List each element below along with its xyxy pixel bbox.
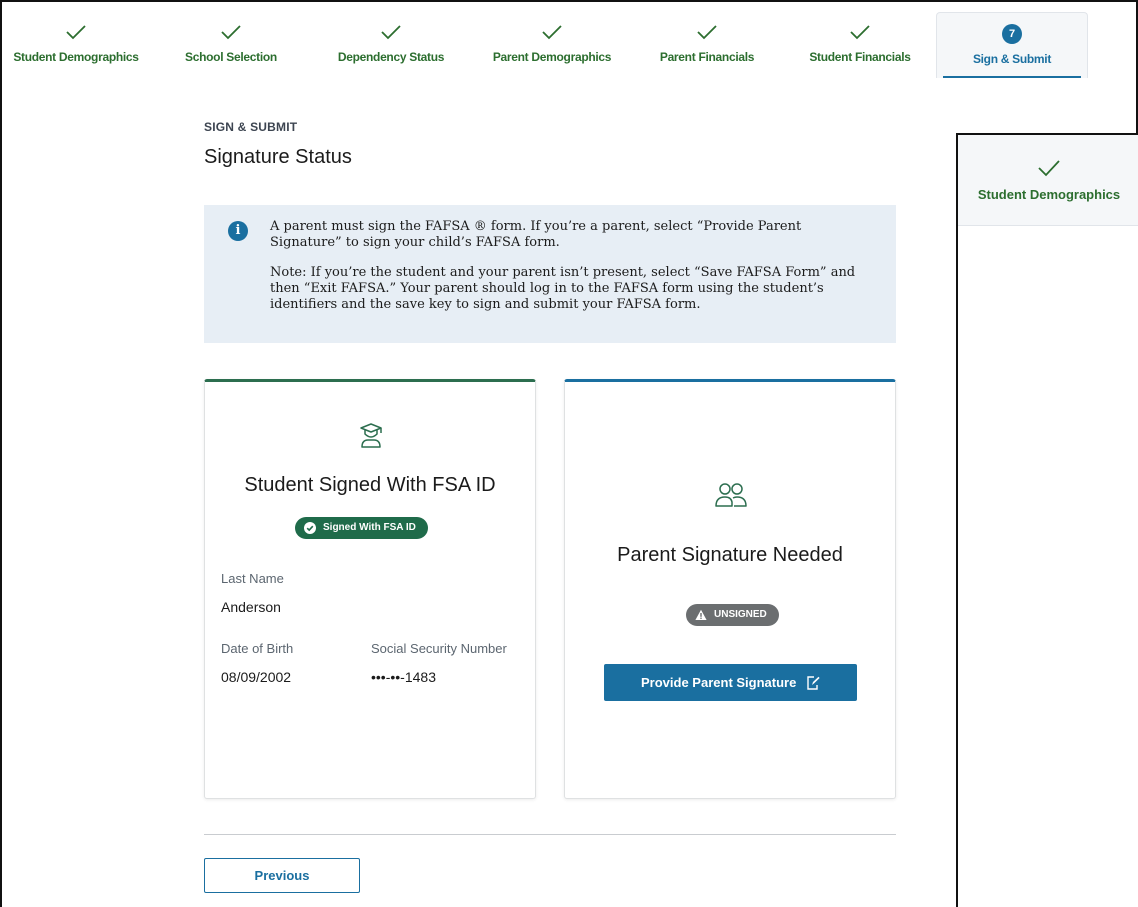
ssn-label: Social Security Number: [371, 641, 507, 656]
alert-text: A parent must sign the FAFSA ® form. If …: [270, 219, 802, 250]
warning-icon: [695, 609, 707, 620]
step-label: Student Demographics: [13, 50, 139, 64]
page-title: Signature Status: [204, 146, 352, 168]
parents-icon: [715, 483, 747, 507]
checkmark-icon: [1038, 160, 1060, 177]
checkmark-icon: [697, 25, 717, 40]
dob-value: 08/09/2002: [221, 669, 292, 685]
active-step-indicator: [943, 76, 1081, 78]
progress-steps: Student Demographics School Selection De…: [2, 2, 1102, 82]
student-card-title: Student Signed With FSA ID: [244, 474, 496, 496]
step-label: School Selection: [185, 50, 277, 64]
step-student-demographics[interactable]: Student Demographics: [2, 2, 150, 78]
graduate-icon: [360, 423, 382, 448]
step-label: Student Financials: [809, 50, 911, 64]
ssn-value: •••-••-1483: [371, 669, 436, 685]
check-circle-icon: [304, 522, 316, 534]
step-label: Student Demographics: [977, 187, 1121, 202]
step-label: Sign & Submit: [972, 52, 1052, 66]
step-dependency-status[interactable]: Dependency Status: [326, 2, 456, 78]
divider: [204, 834, 896, 835]
checkmark-icon: [381, 25, 401, 40]
checkmark-icon: [221, 25, 241, 40]
checkmark-icon: [66, 25, 86, 40]
step-parent-financials[interactable]: Parent Financials: [652, 2, 762, 78]
alert-note: Note: If you’re the student and your par…: [270, 265, 856, 312]
info-icon: i: [228, 221, 248, 241]
last-name-value: Anderson: [221, 599, 281, 615]
side-panel: Student Demographics: [956, 133, 1138, 907]
last-name-label: Last Name: [221, 571, 284, 586]
step-label: Parent Financials: [659, 50, 755, 64]
badge-label: UNSIGNED: [714, 609, 767, 620]
step-parent-demographics[interactable]: Parent Demographics: [488, 2, 616, 78]
step-student-financials[interactable]: Student Financials: [800, 2, 920, 78]
checkmark-icon: [542, 25, 562, 40]
unsigned-status-badge: UNSIGNED: [686, 604, 779, 626]
info-alert: i A parent must sign the FAFSA ® form. I…: [204, 205, 896, 343]
provide-parent-signature-button[interactable]: Provide Parent Signature: [604, 664, 857, 701]
signed-status-badge: Signed With FSA ID: [295, 517, 428, 539]
parent-card-title: Parent Signature Needed: [617, 544, 843, 566]
button-label: Provide Parent Signature: [641, 674, 797, 690]
step-number-badge: 7: [1002, 24, 1022, 44]
step-label: Dependency Status: [337, 50, 445, 64]
checkmark-icon: [850, 25, 870, 40]
dob-label: Date of Birth: [221, 641, 294, 656]
section-eyebrow: SIGN & SUBMIT: [204, 120, 298, 134]
student-signature-card: Student Signed With FSA ID Signed With F…: [204, 379, 536, 799]
step-sign-submit[interactable]: 7 Sign & Submit: [936, 12, 1088, 78]
parent-signature-card: Parent Signature Needed UNSIGNED Provide…: [564, 379, 896, 799]
step-label: Parent Demographics: [492, 50, 612, 64]
badge-label: Signed With FSA ID: [323, 522, 416, 533]
previous-button[interactable]: Previous: [204, 858, 360, 893]
page-frame: Student Demographics School Selection De…: [0, 0, 1138, 907]
side-panel-step[interactable]: Student Demographics: [958, 135, 1138, 226]
step-school-selection[interactable]: School Selection: [168, 2, 294, 78]
sign-document-icon: [807, 676, 820, 690]
